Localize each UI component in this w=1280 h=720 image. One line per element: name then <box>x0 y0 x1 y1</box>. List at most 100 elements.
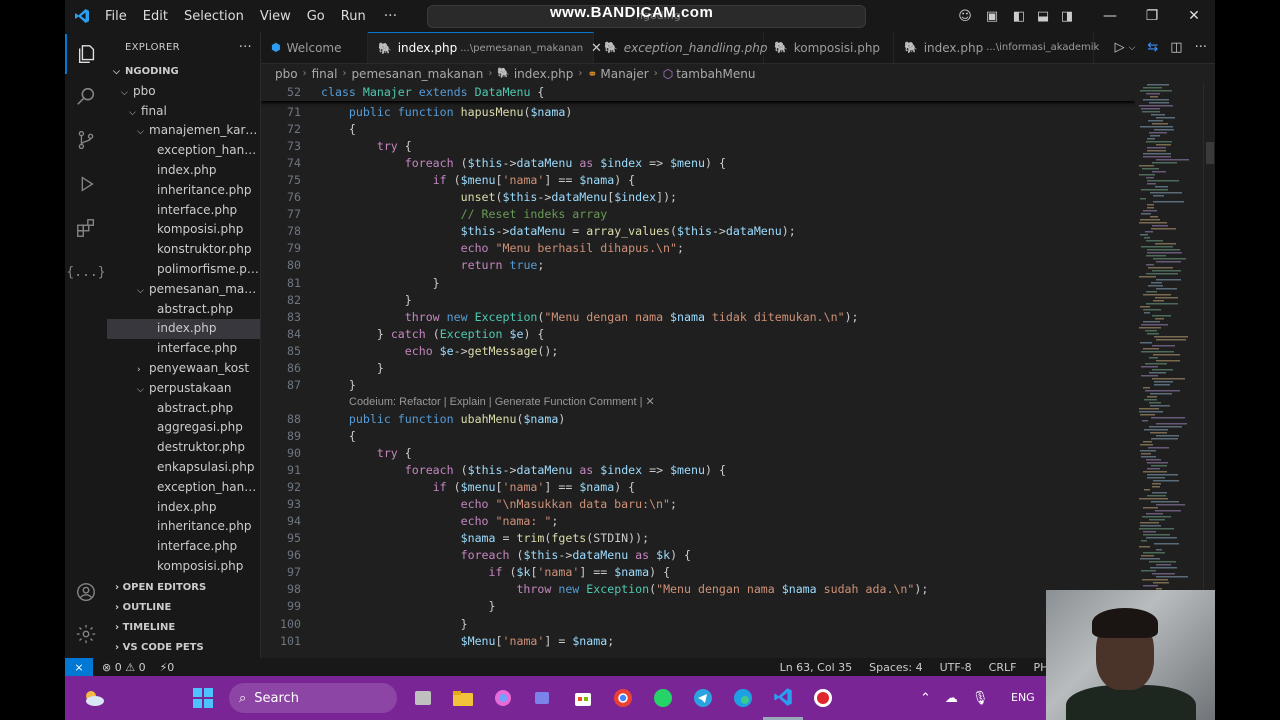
tree-folder[interactable]: ⌵ final <box>107 102 260 122</box>
settings-gear-icon[interactable] <box>65 614 107 654</box>
telegram-icon[interactable] <box>683 676 723 720</box>
code-line[interactable]: 73 try { <box>261 138 1135 155</box>
store-icon[interactable] <box>563 676 603 720</box>
tree-folder[interactable]: ⌵ manajemen_karya... <box>107 121 260 141</box>
code-line[interactable]: 85 echo $e->getMessage(); <box>261 343 1135 360</box>
json-icon[interactable]: {...} <box>65 252 107 292</box>
code-line[interactable]: 97 if ($k['nama'] == $nama) { <box>261 564 1135 581</box>
bandicam-record-icon[interactable] <box>803 676 843 720</box>
tree-file[interactable]: abstract.php <box>107 399 260 419</box>
code-line[interactable]: 101 $Menu['nama'] = $nama; <box>261 633 1135 650</box>
tree-file[interactable]: interface.php <box>107 201 260 221</box>
editor-tab[interactable]: 🐘 index.php ...\informasi_akademik <box>894 32 1099 63</box>
code-line[interactable]: 88 public function ubahMenu($nama) <box>261 411 1135 428</box>
editor-scrollbar[interactable] <box>1203 84 1215 658</box>
code-line[interactable]: 80 return true; <box>261 257 1135 274</box>
code-line[interactable]: 75 if ($menu['nama'] == $nama) { <box>261 172 1135 189</box>
taskbar-search[interactable]: ⌕ Search <box>229 683 397 713</box>
menu-view[interactable]: View <box>252 9 299 24</box>
compare-icon[interactable]: ⇆ <box>1147 40 1158 55</box>
tree-folder[interactable]: ⌵ pbo <box>107 82 260 102</box>
toggle-panel-icon[interactable]: ⬓ <box>1031 9 1055 24</box>
code-line[interactable]: 86 } <box>261 360 1135 377</box>
layout-customize-icon[interactable]: ▣ <box>977 9 1007 24</box>
code-line[interactable]: 94 echo "nama: "; <box>261 513 1135 530</box>
minimize-icon[interactable]: — <box>1089 8 1131 24</box>
breadcrumb-item[interactable]: pemesanan_makanan <box>351 67 483 81</box>
tree-file[interactable]: aggregasi.php <box>107 418 260 438</box>
minimap[interactable] <box>1135 84 1203 658</box>
close-window-icon[interactable]: ✕ <box>1173 8 1215 24</box>
tree-file[interactable]: enkapsulasi.php <box>107 458 260 478</box>
encoding[interactable]: UTF-8 <box>940 661 972 674</box>
tree-folder[interactable]: ⌵ pemesanan_maka... <box>107 280 260 300</box>
tree-file[interactable]: interface.php <box>107 339 260 359</box>
code-line[interactable]: 93 echo "\nMasukkan data baru:\n"; <box>261 496 1135 513</box>
start-windows-icon[interactable] <box>183 676 223 720</box>
code-line[interactable]: 98 throw new Exception("Menu dengan nama… <box>261 581 1135 598</box>
editor-tab[interactable]: 🐘 index.php ...\pemesanan_makanan ✕ <box>368 32 602 63</box>
code-line[interactable]: 82 } <box>261 292 1135 309</box>
explorer-icon[interactable] <box>65 34 107 74</box>
tree-file[interactable]: exception_handli... <box>107 478 260 498</box>
section-outline[interactable]: › OUTLINE <box>107 598 260 618</box>
account-icon[interactable] <box>65 572 107 612</box>
tree-file[interactable]: konstruktor.php <box>107 240 260 260</box>
code-line[interactable]: 71 public function hapusMenu($nama) <box>261 104 1135 121</box>
chrome-icon[interactable] <box>603 676 643 720</box>
indentation[interactable]: Spaces: 4 <box>869 661 922 674</box>
scrollbar-thumb[interactable] <box>1206 142 1214 164</box>
editor-more-icon[interactable]: ··· <box>1195 40 1207 55</box>
edge-icon[interactable] <box>723 676 763 720</box>
code-line[interactable]: 84 } catch (Exception $e) { <box>261 326 1135 343</box>
tree-file[interactable]: interface.php <box>107 537 260 557</box>
section-timeline[interactable]: › TIMELINE <box>107 618 260 638</box>
run-dropdown-icon[interactable]: ⌵ <box>1129 43 1136 53</box>
tray-chevron-icon[interactable]: ⌃ <box>920 691 931 706</box>
code-line[interactable]: 89 { <box>261 428 1135 445</box>
section-open-editors[interactable]: › OPEN EDITORS <box>107 578 260 598</box>
weather-icon[interactable] <box>65 676 123 720</box>
language-indicator[interactable]: ENG <box>1011 691 1035 704</box>
editor-tab[interactable]: ⬢ Welcome <box>261 32 368 63</box>
tree-folder[interactable]: ⌵ perpustakaan <box>107 379 260 399</box>
breadcrumb-item[interactable]: Manajer <box>600 67 648 81</box>
task-view-icon[interactable] <box>403 676 443 720</box>
editor-tab[interactable]: 🐘 komposisi.php <box>764 32 894 63</box>
breadcrumb-item[interactable]: tambahMenu <box>676 67 755 81</box>
menu-go[interactable]: Go <box>299 9 333 24</box>
menu-edit[interactable]: Edit <box>135 9 176 24</box>
breadcrumb-item[interactable]: index.php <box>514 67 573 81</box>
tree-folder[interactable]: › penyewaan_kost <box>107 359 260 379</box>
source-control-icon[interactable] <box>65 120 107 160</box>
tree-file[interactable]: inheritance.php <box>107 181 260 201</box>
menu-selection[interactable]: Selection <box>176 9 252 24</box>
explorer-more-icon[interactable]: ··· <box>239 40 252 55</box>
copilot-icon[interactable]: ☺ <box>953 9 977 24</box>
code-line[interactable]: 95 $nama = trim(fgets(STDIN)); <box>261 530 1135 547</box>
codeium-lens[interactable]: Codeium: Refactor | Explain | Generate F… <box>349 394 655 411</box>
file-explorer-icon[interactable] <box>443 676 483 720</box>
editor-tab[interactable]: 🐘 exception_handling.php <box>594 32 768 63</box>
code-line[interactable]: 91 foreach ($this->dataMenu as $index =>… <box>261 462 1135 479</box>
tree-file[interactable]: index.php <box>107 161 260 181</box>
sticky-scroll-line[interactable]: 52 class Manajer extends DataMenu { <box>261 84 1135 101</box>
copilot-app-icon[interactable] <box>483 676 523 720</box>
cursor-position[interactable]: Ln 63, Col 35 <box>780 661 853 674</box>
restore-icon[interactable]: ❐ <box>1131 8 1173 24</box>
tree-folder[interactable]: ⌵ NGODING <box>107 62 260 82</box>
breadcrumb-item[interactable]: pbo <box>275 67 298 81</box>
menu-more-icon[interactable]: ··· <box>374 8 407 24</box>
run-debug-icon[interactable] <box>65 164 107 204</box>
tree-file[interactable]: polimorfisme.php <box>107 260 260 280</box>
tree-file[interactable]: abstract.php <box>107 300 260 320</box>
toggle-sidebar-icon[interactable]: ◧ <box>1007 9 1031 24</box>
code-line[interactable]: 72 { <box>261 121 1135 138</box>
tree-file[interactable]: index.php <box>107 319 260 340</box>
code-line[interactable]: 79 echo "Menu berhasil dihapus.\n"; <box>261 240 1135 257</box>
extensions-icon[interactable] <box>65 208 107 248</box>
vscode-taskbar-icon[interactable] <box>763 676 803 720</box>
menu-run[interactable]: Run <box>333 9 374 24</box>
code-line[interactable]: 74 foreach ($this->dataMenu as $index =>… <box>261 155 1135 172</box>
tree-file[interactable]: komposisi.php <box>107 557 260 577</box>
